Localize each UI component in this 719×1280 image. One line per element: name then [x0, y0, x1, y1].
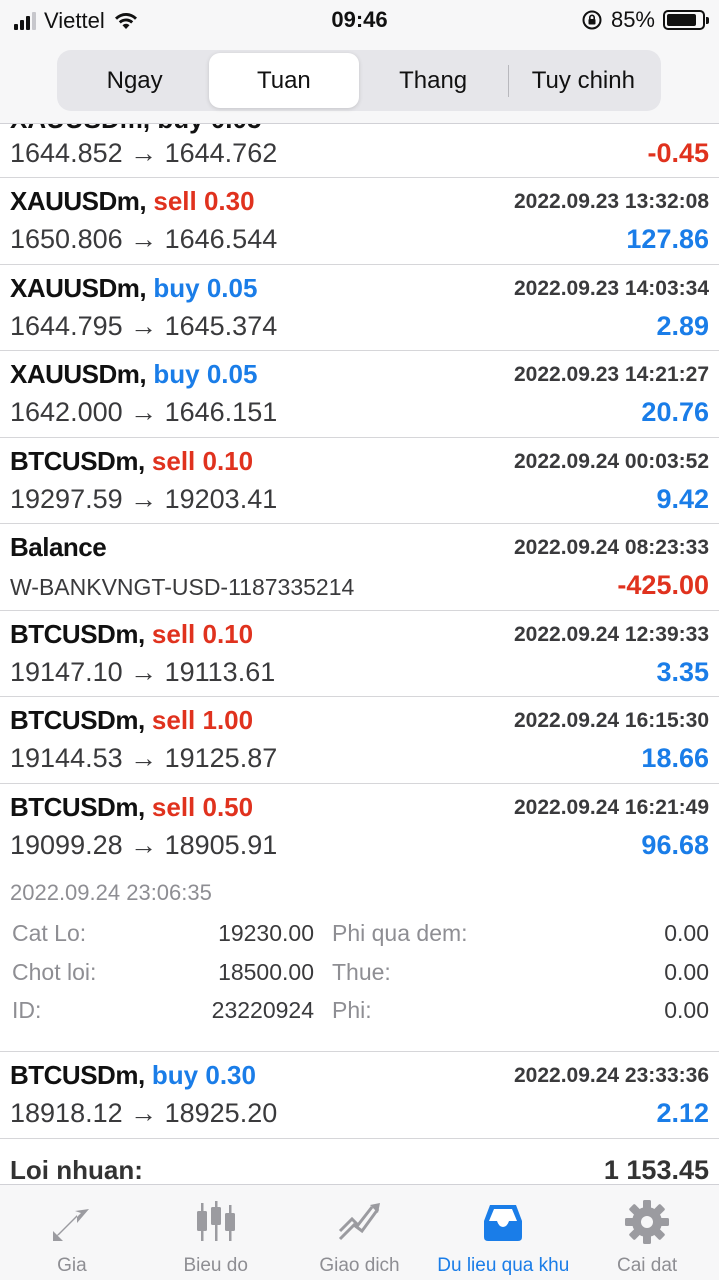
orientation-lock-icon — [582, 10, 602, 30]
tax-value: 0.00 — [664, 958, 709, 985]
period-selector-bar: Ngay Tuan Thang Tuy chinh — [0, 40, 719, 124]
tab-settings-label: Cai dat — [616, 1255, 678, 1276]
tab-history-label: Du lieu qua khu — [437, 1255, 570, 1276]
fee-value: 0.00 — [664, 997, 709, 1023]
deal-row[interactable]: XAUUSDm, buy 0.05 1644.852 → 1644.762 -0… — [0, 124, 719, 178]
deal-row[interactable]: BTCUSDm, sell 0.10 2022.09.24 00:03:52 1… — [0, 438, 719, 524]
balance-time: 2022.09.24 08:23:33 — [514, 536, 709, 559]
deal-title: BTCUSDm, sell 0.10 — [10, 618, 254, 649]
gear-icon — [625, 1200, 670, 1244]
segment-day[interactable]: Ngay — [60, 53, 209, 108]
deal-prices: 19144.53 → 19125.87 — [10, 743, 278, 773]
balance-row[interactable]: Balance 2022.09.24 08:23:33 W-BANKVNGT-U… — [0, 524, 719, 611]
deal-profit: 18.66 — [641, 743, 709, 773]
deal-profit: -0.45 — [647, 138, 709, 168]
tab-settings[interactable]: Cai dat — [575, 1185, 719, 1280]
deal-title-partial: XAUUSDm, buy 0.05 — [10, 124, 261, 135]
deal-time: 2022.09.23 14:21:27 — [514, 363, 709, 386]
tax-label: Thue: — [332, 958, 391, 985]
deal-row-expanded[interactable]: BTCUSDm, sell 0.50 2022.09.24 16:21:49 1… — [0, 784, 719, 871]
tab-trade[interactable]: Giao dich — [288, 1185, 432, 1280]
deal-profit: 2.89 — [656, 310, 709, 341]
balance-title: Balance — [10, 532, 107, 562]
tab-chart-label: Bieu do — [183, 1255, 248, 1276]
deal-time: 2022.09.23 13:32:08 — [514, 190, 709, 213]
balance-comment: W-BANKVNGT-USD-1187335214 — [10, 574, 355, 600]
take-profit-label: Chot loi: — [12, 958, 97, 985]
deal-close-time: 2022.09.24 23:06:35 — [10, 880, 212, 905]
deal-profit: 127.86 — [626, 224, 709, 254]
deal-title: XAUUSDm, sell 0.30 — [10, 186, 255, 216]
tab-chart[interactable]: Bieu do — [144, 1185, 288, 1280]
tab-quotes[interactable]: Gia — [0, 1185, 144, 1280]
deal-time: 2022.09.23 14:03:34 — [514, 276, 709, 300]
deal-title: BTCUSDm, sell 0.50 — [10, 791, 254, 822]
take-profit-value: 18500.00 — [218, 958, 314, 985]
deal-prices: 19099.28 → 18905.91 — [10, 829, 278, 860]
battery-icon — [663, 10, 709, 30]
deal-time: 2022.09.24 12:39:33 — [514, 622, 709, 646]
deal-title: BTCUSDm, sell 0.10 — [10, 445, 254, 476]
tab-history[interactable]: Du lieu qua khu — [431, 1185, 575, 1280]
deal-row[interactable]: BTCUSDm, sell 1.00 2022.09.24 16:15:30 1… — [0, 697, 719, 784]
deal-title: BTCUSDm, sell 1.00 — [10, 705, 254, 735]
deal-row[interactable]: XAUUSDm, buy 0.05 2022.09.23 14:21:27 16… — [0, 351, 719, 438]
stop-loss-label: Cat Lo: — [12, 920, 87, 946]
deal-profit: 96.68 — [641, 829, 709, 860]
period-segmented-control: Ngay Tuan Thang Tuy chinh — [57, 50, 661, 111]
deal-profit: 9.42 — [656, 483, 709, 514]
deal-profit: 3.35 — [656, 656, 709, 687]
id-value: 23220924 — [211, 997, 314, 1023]
deal-time: 2022.09.24 16:21:49 — [514, 795, 709, 819]
swap-value: 0.00 — [664, 920, 709, 946]
stop-loss-value: 19230.00 — [218, 920, 314, 946]
deal-time: 2022.09.24 23:33:36 — [514, 1064, 709, 1087]
segment-month[interactable]: Thang — [359, 53, 508, 108]
profit-summary-value: 1 153.45 — [603, 1154, 709, 1185]
deal-detail-panel: 2022.09.24 23:06:35 Cat Lo: 19230.00 Phi… — [0, 870, 719, 1052]
deal-prices: 1644.852 → 1644.762 — [10, 138, 278, 168]
deal-title: XAUUSDm, buy 0.05 — [10, 359, 258, 389]
deal-prices: 18918.12 → 18925.20 — [10, 1098, 278, 1128]
status-bar: Viettel 09:46 85% — [0, 0, 719, 40]
deal-prices: 1642.000 → 1646.151 — [10, 397, 278, 427]
trade-chart-icon — [339, 1203, 381, 1241]
deal-prices: 1644.795 → 1645.374 — [10, 310, 278, 341]
history-inbox-icon — [484, 1205, 523, 1241]
segment-week[interactable]: Tuan — [209, 53, 359, 108]
deal-prices: 19297.59 → 19203.41 — [10, 483, 278, 514]
tab-trade-label: Giao dich — [319, 1255, 400, 1276]
deal-profit: 20.76 — [641, 397, 709, 427]
deal-profit: 2.12 — [656, 1098, 709, 1128]
tab-quotes-label: Gia — [57, 1255, 87, 1276]
profit-summary: Loi nhuan: 1 153.45 — [0, 1139, 719, 1185]
balance-amount: -425.00 — [617, 570, 709, 600]
candlestick-icon — [196, 1201, 235, 1241]
deal-prices: 1650.806 → 1646.544 — [10, 224, 278, 254]
deal-time: 2022.09.24 00:03:52 — [514, 449, 709, 473]
deal-title: XAUUSDm, buy 0.05 — [10, 272, 258, 303]
deal-row[interactable]: BTCUSDm, sell 0.10 2022.09.24 12:39:33 1… — [0, 611, 719, 697]
fee-label: Phi: — [332, 997, 372, 1023]
deal-row[interactable]: XAUUSDm, sell 0.30 2022.09.23 13:32:08 1… — [0, 178, 719, 265]
deal-prices: 19147.10 → 19113.61 — [10, 656, 276, 687]
history-list[interactable]: XAUUSDm, buy 0.05 1644.852 → 1644.762 -0… — [0, 124, 719, 1184]
deal-row[interactable]: XAUUSDm, buy 0.05 2022.09.23 14:03:34 16… — [0, 265, 719, 351]
deal-row[interactable]: BTCUSDm, buy 0.30 2022.09.24 23:33:36 18… — [0, 1052, 719, 1139]
id-label: ID: — [12, 997, 42, 1023]
battery-percent: 85% — [610, 7, 655, 32]
swap-label: Phi qua dem: — [332, 920, 468, 946]
profit-summary-label: Loi nhuan: — [10, 1154, 143, 1185]
tab-bar: Gia Bieu do Giao dich Du lieu qua khu Ca… — [0, 1184, 719, 1280]
segment-custom[interactable]: Tuy chinh — [509, 53, 658, 108]
deal-time: 2022.09.24 16:15:30 — [514, 709, 709, 732]
price-arrows-icon — [52, 1209, 89, 1241]
deal-title: BTCUSDm, buy 0.30 — [10, 1060, 256, 1090]
